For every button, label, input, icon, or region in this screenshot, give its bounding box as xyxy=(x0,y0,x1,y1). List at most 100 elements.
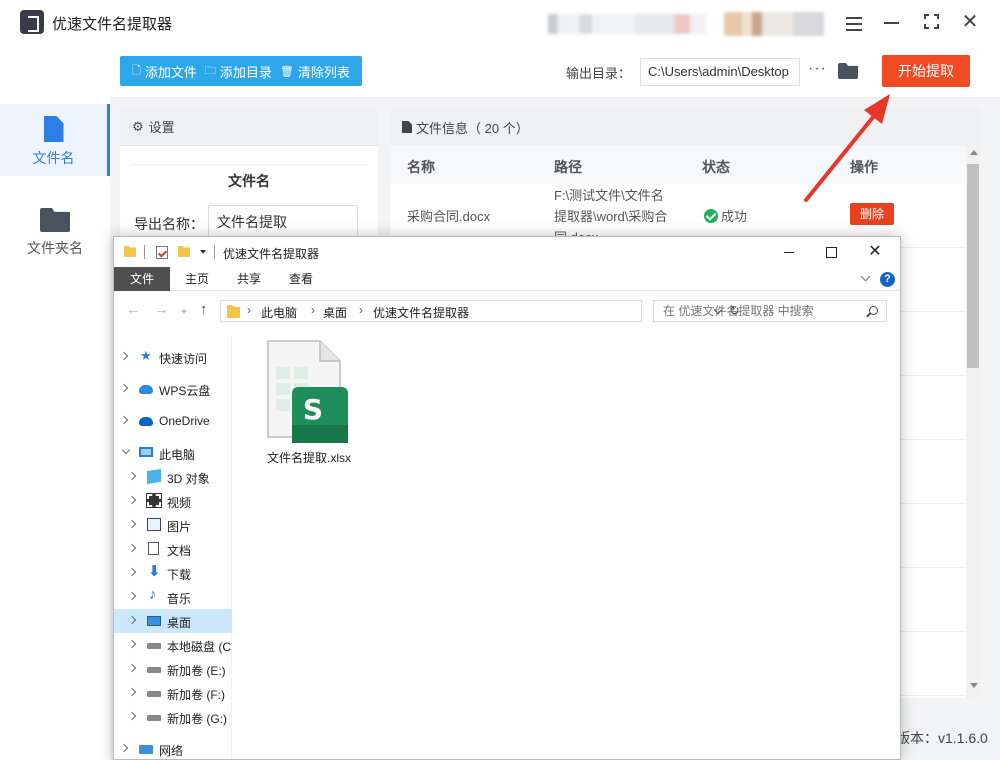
expand-chevron-icon[interactable] xyxy=(119,415,129,425)
tab-file[interactable]: 文件 xyxy=(114,267,170,291)
minimize-icon[interactable] xyxy=(774,241,804,263)
tab-share[interactable]: 共享 xyxy=(232,267,266,291)
breadcrumb-separator-icon: › xyxy=(247,303,251,317)
up-arrow-icon[interactable]: ↑ xyxy=(200,301,208,318)
document-small-icon xyxy=(402,121,412,133)
output-dir-label: 输出目录： xyxy=(566,66,632,81)
tree-item-quick-access[interactable]: ★ 快速访问 xyxy=(114,345,232,369)
tree-item-onedrive[interactable]: OneDrive xyxy=(114,409,232,433)
add-file-button[interactable]: 🗋 添加文件 xyxy=(132,62,197,81)
more-options-button[interactable]: ··· xyxy=(808,60,827,78)
blurred-ad-banner xyxy=(548,14,706,34)
address-bar[interactable]: › 此电脑 › 桌面 › 优速文件名提取器 ↻ xyxy=(220,300,740,322)
add-directory-button[interactable]: 🗀 添加目录 xyxy=(205,62,272,81)
tree-item-drive-e[interactable]: 新加卷 (E:) xyxy=(114,657,232,681)
ribbon-expand-icon[interactable] xyxy=(860,271,871,282)
scroll-up-arrow-icon[interactable] xyxy=(970,150,978,155)
col-name: 名称 xyxy=(407,159,435,175)
onedrive-icon xyxy=(139,417,153,426)
tree-item-pictures[interactable]: 图片 xyxy=(114,513,232,537)
expand-chevron-icon[interactable] xyxy=(127,567,137,577)
clear-list-button[interactable]: 🗑 清除列表 xyxy=(280,62,350,81)
expand-chevron-icon[interactable] xyxy=(127,663,137,673)
breadcrumb-this-pc[interactable]: 此电脑 xyxy=(261,304,297,321)
drive-icon xyxy=(147,691,161,697)
scroll-down-arrow-icon[interactable] xyxy=(970,683,978,688)
expand-chevron-icon[interactable] xyxy=(127,687,137,697)
tree-label: 视频 xyxy=(167,496,192,510)
breadcrumb-desktop[interactable]: 桌面 xyxy=(323,304,347,321)
sidebar-item-filename[interactable]: 文件名 xyxy=(0,104,110,176)
forward-arrow-icon[interactable]: → xyxy=(154,301,169,318)
separator xyxy=(214,245,215,259)
help-icon[interactable]: ? xyxy=(880,272,895,287)
tree-item-network[interactable]: 网络 xyxy=(114,737,232,759)
annotation-arrow-icon xyxy=(804,94,890,202)
scrollbar-thumb[interactable] xyxy=(967,164,979,368)
tab-home[interactable]: 主页 xyxy=(180,267,214,291)
tree-label: 网络 xyxy=(159,744,184,758)
tree-item-documents[interactable]: 文档 xyxy=(114,537,232,561)
expand-chevron-icon[interactable] xyxy=(119,351,129,361)
quick-access-dropdown-icon[interactable] xyxy=(200,250,206,254)
expand-chevron-icon[interactable] xyxy=(119,383,129,393)
breadcrumb-separator-icon: › xyxy=(311,303,315,317)
maximize-icon[interactable] xyxy=(816,241,846,263)
music-icon: ♪ xyxy=(149,586,157,603)
minimize-icon[interactable] xyxy=(880,10,904,34)
tree-item-music[interactable]: ♪ 音乐 xyxy=(114,585,232,609)
tree-item-3d-objects[interactable]: 3D 对象 xyxy=(114,465,232,489)
close-icon[interactable]: ✕ xyxy=(958,10,982,34)
expand-chevron-icon[interactable] xyxy=(127,711,137,721)
expand-chevron-icon[interactable] xyxy=(127,615,137,625)
sidebar-item-foldername[interactable]: 文件夹名 xyxy=(0,196,110,268)
expand-chevron-icon[interactable] xyxy=(127,471,137,481)
search-icon[interactable] xyxy=(869,306,878,315)
tree-label: 新加卷 (E:) xyxy=(167,664,226,678)
expand-chevron-icon[interactable] xyxy=(127,495,137,505)
tree-label: 桌面 xyxy=(167,616,192,630)
expand-chevron-icon[interactable] xyxy=(127,519,137,529)
tree-item-drive-g[interactable]: 新加卷 (G:) xyxy=(114,705,232,729)
ribbon-tabs: 文件 主页 共享 查看 ? xyxy=(114,267,900,291)
expand-chevron-icon[interactable] xyxy=(127,639,137,649)
row-status: 成功 xyxy=(704,206,747,225)
file-name-label[interactable]: 文件名提取.xlsx xyxy=(262,449,356,466)
explorer-title: 优速文件名提取器 xyxy=(223,247,320,261)
close-icon[interactable]: ✕ xyxy=(860,241,890,263)
new-folder-icon[interactable] xyxy=(178,246,190,257)
tree-item-drive-f[interactable]: 新加卷 (F:) xyxy=(114,681,232,705)
menu-icon[interactable] xyxy=(842,10,866,34)
expand-chevron-icon[interactable] xyxy=(127,591,137,601)
clear-list-label: 清除列表 xyxy=(297,64,350,80)
tree-item-downloads[interactable]: ⬇ 下载 xyxy=(114,561,232,585)
tree-item-videos[interactable]: 视频 xyxy=(114,489,232,513)
open-folder-icon[interactable] xyxy=(838,63,858,79)
file-info-title: 文件信息 xyxy=(416,120,469,136)
tree-item-desktop[interactable]: 桌面 xyxy=(114,609,232,633)
spreadsheet-s-icon[interactable]: S xyxy=(266,339,350,443)
tree-item-wps-cloud[interactable]: WPS云盘 xyxy=(114,377,232,401)
collapse-chevron-icon[interactable] xyxy=(121,445,131,455)
tree-item-this-pc[interactable]: 此电脑 xyxy=(114,441,232,465)
start-extract-button[interactable]: 开始提取 xyxy=(882,55,970,87)
maximize-icon[interactable] xyxy=(920,10,944,34)
back-arrow-icon[interactable]: ← xyxy=(126,301,141,318)
search-input[interactable]: 在 优速文件名提取器 中搜索 xyxy=(653,300,887,322)
tab-view[interactable]: 查看 xyxy=(284,267,318,291)
tree-label: 图片 xyxy=(167,520,192,534)
breadcrumb-current-folder[interactable]: 优速文件名提取器 xyxy=(373,304,469,321)
properties-icon[interactable] xyxy=(156,246,168,259)
output-dir-input[interactable]: C:\Users\admin\Desktop xyxy=(640,58,800,86)
add-directory-label: 添加目录 xyxy=(219,64,272,80)
expand-chevron-icon[interactable] xyxy=(119,743,129,753)
spreadsheet-letter: S xyxy=(303,393,323,426)
tree-label: 新加卷 (G:) xyxy=(167,712,227,726)
folder-icon xyxy=(227,305,240,318)
sidebar-item-label: 文件夹名 xyxy=(27,240,83,256)
expand-chevron-icon[interactable] xyxy=(127,543,137,553)
export-name-input[interactable]: 文件名提取 xyxy=(208,205,358,239)
recent-locations-icon[interactable] xyxy=(181,310,187,314)
tree-item-local-disk-c[interactable]: 本地磁盘 (C:) xyxy=(114,633,232,657)
row-status-text: 成功 xyxy=(721,209,748,224)
